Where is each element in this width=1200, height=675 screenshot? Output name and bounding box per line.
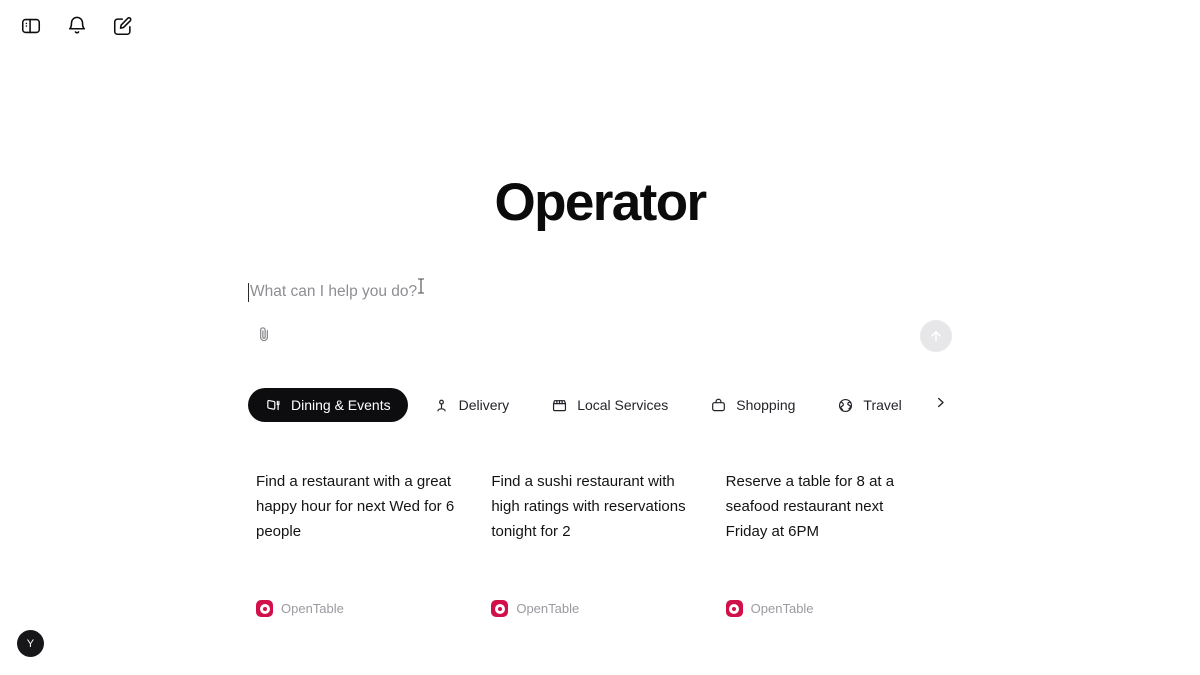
category-chip-travel[interactable]: Travel — [820, 388, 918, 422]
paperclip-icon — [255, 325, 273, 348]
shopping-bag-icon — [710, 397, 727, 414]
suggestion-card-source-label: OpenTable — [281, 601, 344, 616]
suggestion-card-source-label: OpenTable — [516, 601, 580, 616]
globe-icon — [837, 397, 854, 414]
category-chip-label: Travel — [863, 397, 902, 413]
notifications-button[interactable] — [64, 13, 90, 39]
category-chip-label: Shopping — [736, 397, 796, 413]
chevron-right-icon — [933, 395, 948, 415]
suggestion-card[interactable]: Find a sushi restaurant with high rating… — [483, 460, 718, 640]
dining-icon — [265, 397, 282, 414]
suggestion-card[interactable]: Reserve a table for 8 at a seafood resta… — [717, 460, 952, 640]
suggestion-card-text: Find a restaurant with a great happy hou… — [256, 473, 455, 540]
page-title: Operator — [494, 173, 707, 232]
suggestion-card[interactable]: Find a restaurant with a great happy hou… — [248, 460, 483, 640]
suggestion-card-source: OpenTable — [491, 600, 579, 617]
composer-input-row[interactable]: What can I help you do? — [248, 280, 417, 304]
category-chip-delivery[interactable]: Delivery — [416, 388, 527, 422]
delivery-pin-icon — [433, 397, 450, 414]
suggestion-card-source: OpenTable — [725, 600, 814, 617]
storefront-icon — [551, 397, 568, 414]
sidebar-toggle-button[interactable] — [18, 13, 44, 39]
suggestion-card-text: Reserve a table for 8 at a seafood resta… — [725, 473, 895, 540]
avatar[interactable]: Y — [17, 630, 44, 657]
category-chip-label: Dining & Events — [291, 397, 391, 413]
category-chip-local-services[interactable]: Local Services — [534, 388, 685, 422]
category-chip-label: Local Services — [577, 397, 669, 413]
composer-toolbar — [248, 320, 952, 356]
new-chat-button[interactable] — [110, 13, 136, 39]
category-chip-dining-and-events[interactable]: Dining & Events — [248, 388, 408, 422]
suggestion-card-list: Find a restaurant with a great happy hou… — [248, 460, 952, 650]
arrow-up-icon — [927, 327, 945, 345]
suggestion-card-source: OpenTable — [256, 600, 344, 617]
search-input[interactable]: What can I help you do? — [250, 281, 417, 303]
composer[interactable]: What can I help you do? — [248, 262, 952, 362]
opentable-icon — [256, 600, 273, 617]
text-caret — [248, 282, 249, 302]
category-chip-label: Delivery — [458, 397, 510, 413]
bell-icon — [66, 15, 88, 37]
suggestion-card-source-label: OpenTable — [750, 601, 814, 616]
sidebar-toggle-icon — [20, 15, 42, 37]
opentable-icon — [725, 600, 743, 617]
attach-file-button[interactable] — [250, 322, 278, 350]
suggestion-card-text: Find a sushi restaurant with high rating… — [491, 473, 686, 540]
mouse-ibeam-cursor — [416, 277, 426, 295]
opentable-icon — [491, 600, 509, 617]
send-button[interactable] — [920, 320, 952, 352]
category-chip-list: Dining & Events Delivery Local Services … — [248, 388, 952, 422]
category-chip-shopping[interactable]: Shopping — [693, 388, 812, 422]
compose-icon — [112, 15, 134, 37]
category-scroll-right-button[interactable] — [930, 395, 950, 415]
category-chip-row: Dining & Events Delivery Local Services … — [248, 388, 952, 422]
main-content: Operator What can I help you do? Dining … — [248, 0, 952, 675]
